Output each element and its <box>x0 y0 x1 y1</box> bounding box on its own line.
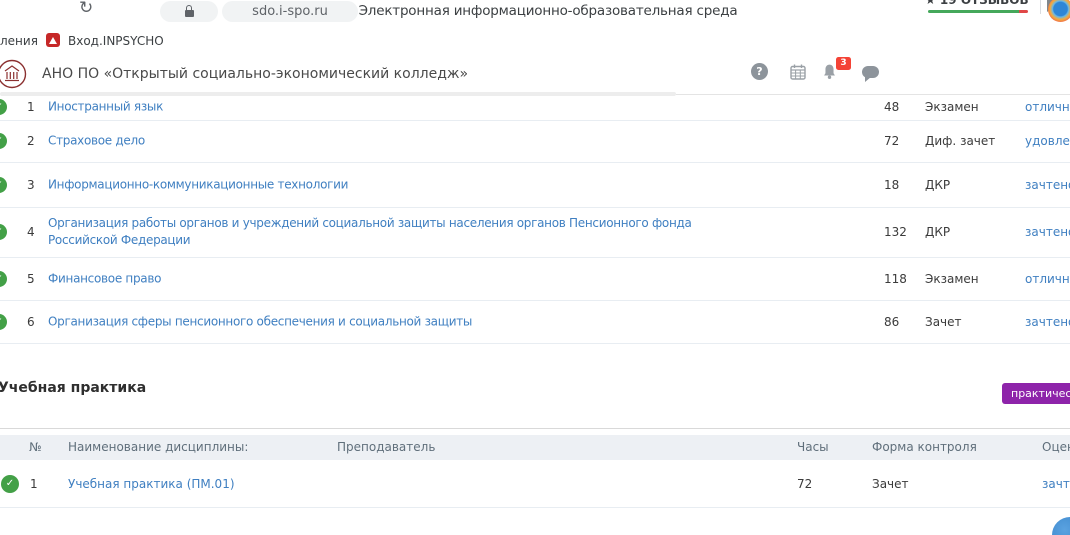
table-row: 3 Информационно-коммуникационные техноло… <box>0 162 1070 208</box>
table-row: 5 Финансовое право 118 Экзамен отлично <box>0 257 1070 301</box>
control-form: Экзамен <box>925 272 979 286</box>
header-hours: Часы <box>797 435 829 460</box>
header-grade: Оцен <box>1042 435 1070 460</box>
practice-section-title: Учебная практика <box>0 380 146 396</box>
college-logo <box>0 59 27 89</box>
course-link[interactable]: Страховое дело <box>48 133 145 150</box>
hours-value: 48 <box>884 100 899 114</box>
header-teacher: Преподаватель <box>337 435 435 460</box>
toolbar-divider <box>1040 0 1041 14</box>
hours-value: 72 <box>884 134 899 148</box>
help-icon[interactable]: ? <box>751 63 768 80</box>
bookmark-favicon[interactable] <box>46 33 60 47</box>
college-name: АНО ПО «Открытый социально-экономический… <box>42 66 468 82</box>
row-number: 2 <box>27 134 35 148</box>
triangle-logo-icon <box>49 37 57 44</box>
table-row: 1 Учебная практика (ПМ.01) 72 Зачет зачт… <box>0 460 1070 508</box>
grade-link[interactable]: зачтено <box>1025 225 1070 239</box>
practice-table-border <box>0 428 1070 429</box>
grade-link[interactable]: зачтено <box>1025 315 1070 329</box>
status-check-icon <box>0 224 7 240</box>
control-form: Зачет <box>872 477 909 491</box>
status-check-icon <box>0 314 7 330</box>
page-title: Электронная информационно-образовательна… <box>238 3 858 19</box>
course-link[interactable]: Организация сферы пенсионного обеспечени… <box>48 313 472 330</box>
hours-value: 132 <box>884 225 907 239</box>
table-row: 1 Иностранный язык 48 Экзамен отлично <box>0 93 1070 121</box>
refresh-icon[interactable]: ↻ <box>79 0 93 18</box>
row-number: 5 <box>27 272 35 286</box>
status-check-icon <box>0 271 7 287</box>
site-security-button[interactable] <box>160 1 218 22</box>
profile-avatar[interactable] <box>1048 0 1070 22</box>
bookmark-item-truncated[interactable]: ления <box>0 34 38 48</box>
practice-type-badge: практическое <box>1002 383 1070 404</box>
table-row: 4 Организация работы органов и учреждени… <box>0 207 1070 258</box>
course-link[interactable]: Финансовое право <box>48 270 161 287</box>
table-row: 2 Страховое дело 72 Диф. зачет удовлетв <box>0 120 1070 163</box>
header-discipline: Наименование дисциплины: <box>68 435 248 460</box>
table-row: 6 Организация сферы пенсионного обеспече… <box>0 300 1070 344</box>
status-check-icon <box>1 475 19 493</box>
browser-window: ↻ sdo.i-spo.ru Электронная информационно… <box>0 0 1070 535</box>
hours-value: 18 <box>884 178 899 192</box>
row-number: 6 <box>27 315 35 329</box>
chat-widget-button[interactable] <box>1052 517 1070 535</box>
reviews-button[interactable]: ★ 19 ОТЗЫВОВ <box>925 0 1029 7</box>
control-form: Зачет <box>925 315 962 329</box>
grade-link[interactable]: удовлетв <box>1025 134 1070 148</box>
control-form: Диф. зачет <box>925 134 995 148</box>
bookmarks-bar: ления Вход.INPSYCHO <box>0 28 1070 50</box>
control-form: ДКР <box>925 178 950 192</box>
row-number: 4 <box>27 225 35 239</box>
grade-link[interactable]: зачтено <box>1025 178 1070 192</box>
status-check-icon <box>0 177 7 193</box>
site-header: АНО ПО «Открытый социально-экономический… <box>0 50 1070 92</box>
status-check-icon <box>0 99 7 115</box>
row-number: 1 <box>27 100 35 114</box>
hours-value: 118 <box>884 272 907 286</box>
course-link[interactable]: Информационно-коммуникационные технологи… <box>48 176 348 193</box>
header-control-form: Форма контроля <box>872 435 977 460</box>
header-num: № <box>29 435 41 460</box>
row-number: 3 <box>27 178 35 192</box>
grade-link[interactable]: зачте <box>1042 477 1070 491</box>
lock-icon <box>185 10 194 17</box>
hours-value: 86 <box>884 315 899 329</box>
browser-toolbar: ↻ sdo.i-spo.ru Электронная информационно… <box>0 0 1070 28</box>
calendar-icon[interactable] <box>790 64 806 80</box>
course-link[interactable]: Иностранный язык <box>48 98 163 115</box>
course-link[interactable]: Организация работы органов и учреждений … <box>48 215 718 249</box>
grade-link[interactable]: отлично <box>1025 100 1070 114</box>
bookmark-item-inpsycho[interactable]: Вход.INPSYCHO <box>68 34 164 48</box>
notification-count-badge: 3 <box>836 57 851 70</box>
hours-value: 72 <box>797 477 812 491</box>
practice-table-header: № Наименование дисциплины: Преподаватель… <box>0 435 1070 460</box>
row-number: 1 <box>30 477 38 491</box>
reviews-rating-bar <box>928 10 1028 13</box>
messages-icon[interactable] <box>862 66 879 78</box>
control-form: ДКР <box>925 225 950 239</box>
grade-link[interactable]: отлично <box>1025 272 1070 286</box>
practice-link[interactable]: Учебная практика (ПМ.01) <box>68 477 235 491</box>
status-check-icon <box>0 133 7 149</box>
control-form: Экзамен <box>925 100 979 114</box>
